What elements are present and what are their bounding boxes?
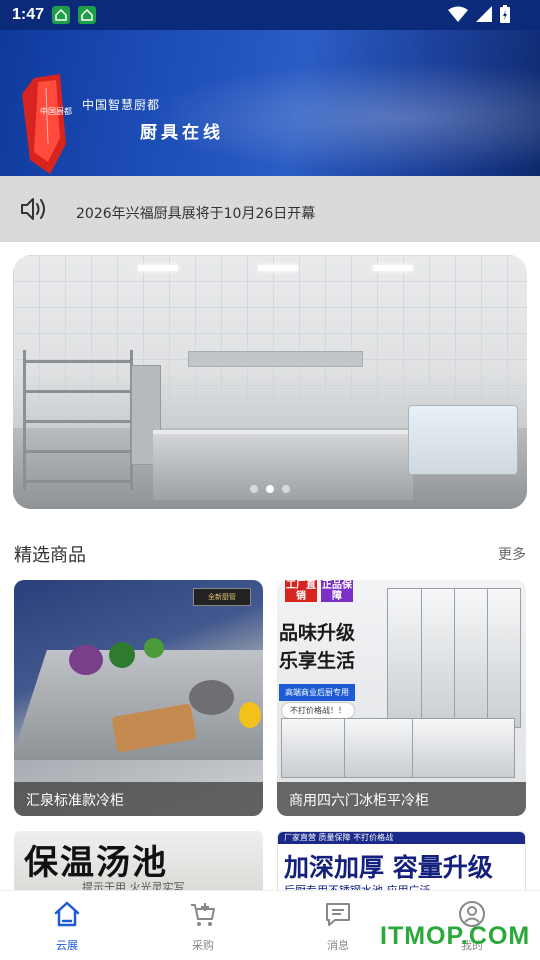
promo-subtitle: 高端商业后厨专用	[279, 684, 355, 701]
ceiling-light	[373, 265, 413, 271]
badge-guarantee: 正品保障	[321, 580, 353, 602]
carousel-indicator	[13, 485, 527, 493]
product-card[interactable]: 厂家直营 质量保障 不打价格战 加深加厚 容量升级 后厨专用不锈钢水池 应用广泛	[277, 831, 526, 891]
carousel-dot[interactable]	[266, 485, 274, 493]
carousel-image-hood	[188, 351, 363, 367]
carousel-image-shelf	[23, 350, 133, 490]
section-title: 精选商品	[14, 545, 86, 566]
product-caption: 汇泉标准款冷柜	[14, 782, 263, 816]
status-time: 1:47	[12, 6, 45, 23]
ceiling-light	[138, 265, 178, 271]
product-image-greens	[144, 638, 164, 658]
notice-bar[interactable]: 2026年兴福厨具展将于10月26日开幕	[0, 176, 540, 242]
nav-item-messages[interactable]: 消息	[298, 899, 378, 953]
product-headline: 加深加厚 容量升级	[284, 853, 493, 882]
carousel-image-freezer	[408, 405, 518, 475]
app-screen: 1:47 中国厨都 中国智慧厨都 厨具在线 2026年兴福厨具展将于10月26日…	[0, 0, 540, 960]
watermark-logo: ITMOP.COM	[380, 922, 531, 950]
app-notification-icon	[78, 6, 97, 24]
battery-icon	[500, 5, 510, 23]
status-indicators	[448, 5, 510, 23]
logo-icon: 中国厨都	[22, 74, 72, 174]
product-card[interactable]: 工厂直销 正品保障 品味升级 乐享生活 高端商业后厨专用 不打价格战！！ 商用四…	[277, 580, 526, 816]
ceiling-light	[258, 265, 298, 271]
nav-label-home: 云展	[56, 939, 78, 952]
product-card[interactable]: 保温汤池 提示于用 火光灵实写	[14, 831, 263, 891]
promo-pill: 不打价格战！！	[281, 702, 355, 719]
carousel-dot[interactable]	[250, 485, 258, 493]
more-link[interactable]: 更多	[498, 544, 526, 564]
header-title: 厨具在线	[140, 123, 224, 143]
nav-label-purchase: 采购	[192, 939, 214, 952]
nav-item-home[interactable]: 云展	[27, 899, 107, 953]
speaker-icon	[21, 198, 45, 220]
product-image-fridge	[387, 588, 521, 728]
cart-icon	[191, 903, 215, 926]
brand-tag: 全新厨管	[193, 588, 251, 606]
promo-line-2: 乐享生活	[279, 650, 356, 672]
banner-carousel[interactable]	[13, 255, 527, 509]
carousel-dot[interactable]	[282, 485, 290, 493]
product-image-cabbage	[69, 645, 103, 675]
notice-text: 2026年兴福厨具展将于10月26日开幕	[76, 206, 316, 222]
product-caption: 商用四六门冰柜平冷柜	[277, 782, 526, 816]
signal-icon	[476, 6, 492, 22]
product-top-strip: 厂家直营 质量保障 不打价格战	[278, 832, 525, 844]
product-image-counter-fridge	[281, 718, 515, 778]
product-headline: 保温汤池	[24, 843, 168, 883]
badge-factory: 工厂直销	[285, 580, 317, 602]
message-icon	[326, 903, 350, 926]
product-card[interactable]: 全新厨管 汇泉标准款冷柜	[14, 580, 263, 816]
status-bar: 1:47	[0, 0, 540, 30]
app-notification-icon	[52, 6, 71, 24]
nav-item-purchase[interactable]: 采购	[163, 899, 243, 953]
product-image-broccoli	[109, 642, 135, 668]
logo-text: 中国厨都	[40, 106, 72, 116]
wifi-icon	[448, 6, 468, 22]
promo-line-1: 品味升级	[279, 622, 356, 644]
product-image-pepper	[239, 702, 261, 728]
header-subtitle: 中国智慧厨都	[82, 98, 161, 112]
home-icon	[54, 901, 80, 927]
header-banner: 中国厨都 中国智慧厨都 厨具在线	[0, 30, 540, 176]
nav-label-messages: 消息	[327, 939, 349, 952]
product-image-bowl	[189, 680, 234, 715]
